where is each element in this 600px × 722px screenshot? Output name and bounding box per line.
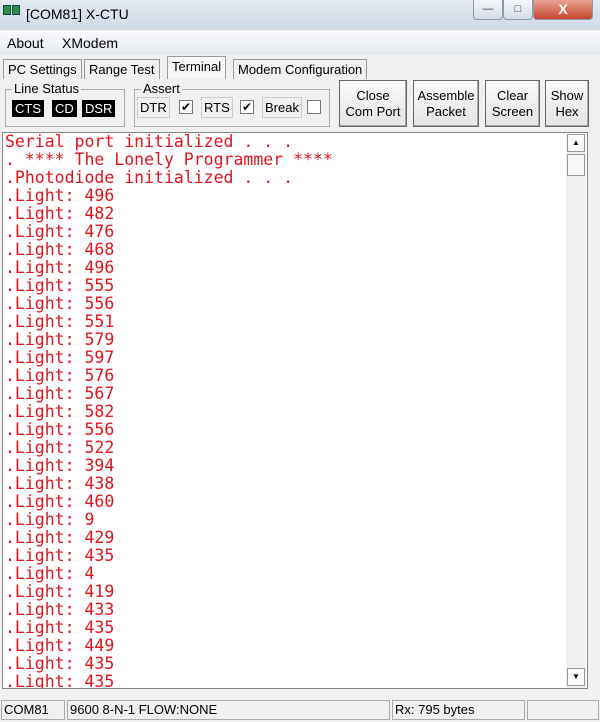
clear-screen-button[interactable]: Clear Screen bbox=[485, 80, 540, 127]
rts-checkbox[interactable]: ✔ bbox=[240, 100, 254, 114]
terminal-lines: Serial port initialized . . .. **** The … bbox=[5, 132, 333, 689]
menu-bar: About XModem bbox=[0, 31, 600, 55]
show-hex-button[interactable]: Show Hex bbox=[545, 80, 589, 127]
terminal-line: .Light: 419 bbox=[5, 582, 115, 601]
terminal-line: .Light: 556 bbox=[5, 420, 115, 439]
button-label: Show bbox=[550, 88, 584, 103]
status-port: COM81 bbox=[1, 700, 65, 720]
terminal-line: .Light: 556 bbox=[5, 294, 115, 313]
terminal-line: .Light: 482 bbox=[5, 204, 115, 223]
terminal-line: .Light: 449 bbox=[5, 636, 115, 655]
tab-modem-configuration[interactable]: Modem Configuration bbox=[233, 59, 368, 79]
terminal-line: Serial port initialized . . . bbox=[5, 132, 294, 151]
terminal-line: .Light: 476 bbox=[5, 222, 115, 241]
button-label: Hex bbox=[555, 104, 579, 119]
line-status-label: Line Status bbox=[12, 81, 82, 96]
terminal-line: .Light: 496 bbox=[5, 186, 115, 205]
assert-group: Assert DTR ✔ RTS ✔ Break bbox=[134, 81, 330, 127]
terminal-line: .Light: 551 bbox=[5, 312, 115, 331]
terminal-line: .Light: 522 bbox=[5, 438, 115, 457]
minimize-button[interactable]: — bbox=[473, 0, 503, 20]
terminal-line: . **** The Lonely Programmer **** bbox=[5, 150, 333, 169]
close-com-port-button[interactable]: Close Com Port bbox=[339, 80, 407, 127]
menu-xmodem[interactable]: XModem bbox=[62, 35, 118, 51]
terminal-line: .Light: 435 bbox=[5, 654, 115, 673]
terminal-line: .Light: 460 bbox=[5, 492, 115, 511]
terminal-line: .Light: 435 bbox=[5, 546, 115, 565]
terminal-line: .Light: 438 bbox=[5, 474, 115, 493]
terminal-line: .Light: 433 bbox=[5, 600, 115, 619]
tab-terminal[interactable]: Terminal bbox=[167, 56, 227, 79]
maximize-button[interactable]: □ bbox=[503, 0, 533, 20]
dtr-checkbox[interactable]: ✔ bbox=[179, 100, 193, 114]
scroll-thumb[interactable] bbox=[567, 154, 585, 176]
terminal-line: .Light: 468 bbox=[5, 240, 115, 259]
break-checkbox[interactable] bbox=[307, 100, 321, 114]
button-label: Com Port bbox=[345, 104, 401, 119]
terminal-line: .Photodiode initialized . . . bbox=[5, 168, 294, 187]
app-icon bbox=[2, 5, 22, 21]
tab-pc-settings[interactable]: PC Settings bbox=[3, 59, 82, 79]
menu-about[interactable]: About bbox=[7, 35, 44, 51]
cts-indicator: CTS bbox=[12, 100, 44, 117]
terminal-line: .Light: 597 bbox=[5, 348, 115, 367]
button-label: Assemble bbox=[417, 88, 475, 103]
scroll-up-icon[interactable]: ▲ bbox=[567, 134, 585, 152]
dsr-indicator: DSR bbox=[82, 100, 116, 117]
window-title: [COM81] X-CTU bbox=[26, 6, 129, 22]
status-extra bbox=[527, 700, 599, 720]
terminal-line: .Light: 582 bbox=[5, 402, 115, 421]
rts-label: RTS bbox=[201, 97, 233, 118]
status-settings: 9600 8-N-1 FLOW:NONE bbox=[67, 700, 390, 720]
terminal-line: .Light: 555 bbox=[5, 276, 115, 295]
tab-range-test[interactable]: Range Test bbox=[84, 59, 160, 79]
dtr-label: DTR bbox=[137, 97, 170, 118]
title-bar: [COM81] X-CTU — □ X bbox=[0, 0, 600, 30]
button-label: Screen bbox=[491, 104, 534, 119]
assert-label: Assert bbox=[141, 81, 182, 96]
terminal-line: .Light: 4 bbox=[5, 564, 95, 583]
vertical-scrollbar[interactable]: ▲ ▼ bbox=[566, 134, 586, 688]
terminal-line: .Light: 435 bbox=[5, 618, 115, 637]
scroll-down-icon[interactable]: ▼ bbox=[567, 668, 585, 686]
terminal-line: .Light: 394 bbox=[5, 456, 115, 475]
button-label: Packet bbox=[426, 104, 466, 119]
terminal-line: .Light: 576 bbox=[5, 366, 115, 385]
close-window-button[interactable]: X bbox=[533, 0, 593, 20]
terminal-line: .Light: 435 bbox=[5, 672, 115, 689]
terminal-line: .Light: 567 bbox=[5, 384, 115, 403]
terminal-line: .Light: 429 bbox=[5, 528, 115, 547]
line-status-group: Line Status CTS CD DSR bbox=[5, 81, 125, 127]
assemble-packet-button[interactable]: Assemble Packet bbox=[413, 80, 479, 127]
status-rx: Rx: 795 bytes bbox=[392, 700, 525, 720]
button-label: Clear bbox=[496, 88, 529, 103]
terminal-output[interactable]: Serial port initialized . . .. **** The … bbox=[2, 132, 588, 689]
break-label: Break bbox=[262, 97, 302, 118]
cd-indicator: CD bbox=[52, 100, 77, 117]
terminal-line: .Light: 579 bbox=[5, 330, 115, 349]
terminal-line: .Light: 9 bbox=[5, 510, 95, 529]
terminal-line: .Light: 496 bbox=[5, 258, 115, 277]
button-label: Close bbox=[356, 88, 390, 103]
